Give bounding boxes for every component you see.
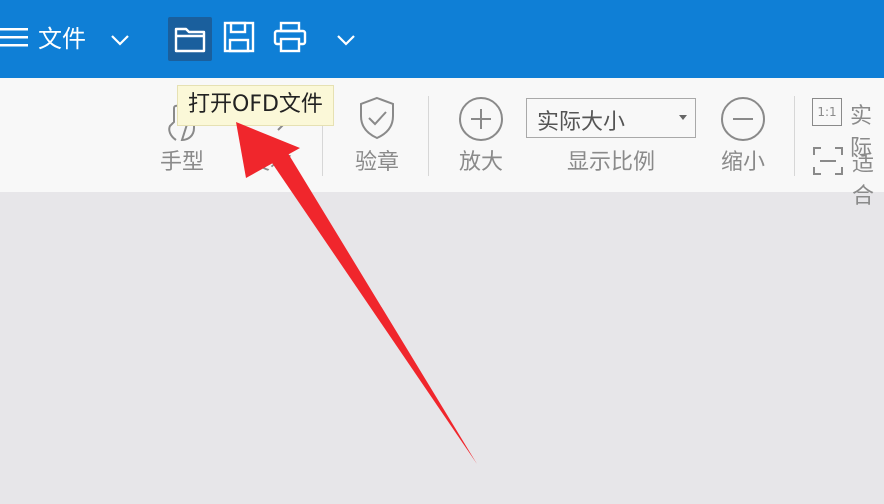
- actual-size-icon: 1:1: [812, 98, 842, 126]
- text-tool-label: 文本: [247, 150, 292, 175]
- toolbar-divider: [428, 96, 429, 176]
- shield-check-icon: [360, 96, 394, 140]
- chevron-down-icon[interactable]: [334, 28, 358, 52]
- fit-page-icon: [813, 147, 843, 175]
- folder-open-icon: [174, 27, 206, 53]
- zoom-out-icon: [721, 97, 765, 141]
- hamburger-menu-icon[interactable]: [0, 22, 30, 52]
- verify-seal-label: 验章: [354, 150, 399, 175]
- dropdown-caret-icon: [679, 115, 687, 120]
- document-canvas[interactable]: [0, 192, 884, 504]
- zoom-in-button[interactable]: 放大: [450, 78, 512, 188]
- zoom-in-label: 放大: [458, 150, 503, 175]
- zoom-scale-select[interactable]: 实际大小: [526, 98, 696, 138]
- chevron-down-icon[interactable]: [108, 28, 132, 52]
- print-icon[interactable]: [272, 20, 308, 54]
- actual-size-button[interactable]: 1:1 实际: [810, 96, 884, 161]
- fit-page-button[interactable]: 适合: [810, 144, 884, 209]
- save-icon[interactable]: [222, 20, 256, 54]
- open-ofd-tooltip: 打开OFD文件: [177, 85, 334, 126]
- hand-tool-label: 手型: [159, 150, 204, 175]
- verify-seal-button[interactable]: 验章: [346, 78, 408, 188]
- toolbar-divider: [794, 96, 795, 176]
- zoom-scale-value: 实际大小: [537, 110, 626, 135]
- zoom-out-label: 缩小: [720, 150, 765, 175]
- zoom-in-icon: [459, 97, 503, 141]
- zoom-scale-label: 显示比例: [566, 150, 655, 175]
- open-file-button[interactable]: [168, 17, 212, 61]
- file-menu-label[interactable]: 文件: [38, 24, 86, 54]
- zoom-out-button[interactable]: 缩小: [712, 78, 774, 188]
- ribbon-toolbar: 手型 文本 验章 放大 实际大小 显示比例 缩小 1:1 实际 适合: [0, 78, 884, 209]
- title-bar: 文件: [0, 0, 884, 78]
